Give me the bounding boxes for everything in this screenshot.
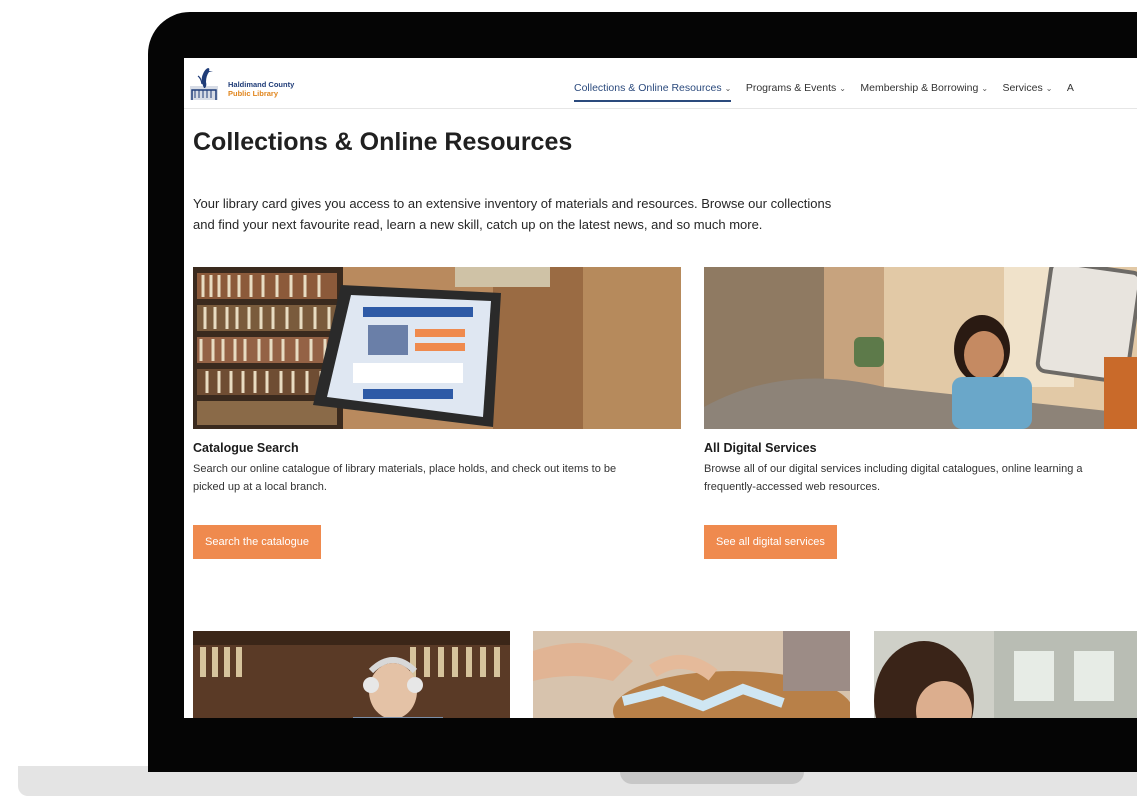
puzzle-photo	[533, 631, 850, 718]
nav-programs[interactable]: Programs & Events ⌄	[746, 82, 846, 94]
nav-overflow-item[interactable]: A	[1067, 82, 1074, 94]
intro-line-2: and find your next favourite read, learn…	[193, 216, 763, 232]
card-description: Browse all of our digital services inclu…	[704, 461, 1137, 496]
card-digital-services: All Digital Services Browse all of our d…	[704, 267, 1137, 559]
card-desc-line-2: frequently-accessed web resources.	[704, 480, 881, 493]
nav-programs-label: Programs & Events	[745, 82, 837, 94]
see-digital-services-button[interactable]: See all digital services	[704, 525, 837, 559]
page-title: Collections & Online Resources	[193, 128, 573, 156]
site-header: Haldimand County Public Library Collecti…	[184, 58, 1137, 109]
nav-services-label: Services	[1002, 82, 1043, 94]
card-title: All Digital Services	[704, 441, 817, 455]
laptop-screen: Haldimand County Public Library Collecti…	[184, 58, 1137, 718]
card-title: Catalogue Search	[193, 441, 299, 455]
library-logo[interactable]: Haldimand County Public Library	[188, 64, 308, 104]
chevron-down-icon: ⌄	[1045, 84, 1053, 93]
nav-collections-label: Collections & Online Resources	[574, 82, 722, 94]
card-desc-line-2: picked up at a local branch.	[193, 480, 327, 493]
card-desc-line-1: Search our online catalogue of library m…	[193, 463, 617, 475]
card-catalogue-search: Catalogue Search Search our online catal…	[193, 267, 681, 559]
nav-collections[interactable]: Collections & Online Resources ⌄	[574, 82, 732, 102]
nav-membership-label: Membership & Borrowing	[860, 82, 979, 94]
chevron-down-icon: ⌄	[981, 84, 989, 93]
library-kiosk-photo	[193, 267, 681, 429]
intro-line-1: Your library card gives you access to an…	[193, 196, 832, 211]
nav-membership[interactable]: Membership & Borrowing ⌄	[860, 82, 988, 94]
heron-logo-icon	[190, 68, 218, 100]
chevron-down-icon: ⌄	[724, 84, 732, 93]
logo-text-library: Public Library	[228, 89, 279, 98]
woman-reading-photo	[874, 631, 1137, 718]
woman-with-tablet-photo	[704, 267, 1137, 429]
card-description: Search our online catalogue of library m…	[193, 461, 681, 496]
intro-text: Your library card gives you access to an…	[193, 194, 953, 235]
card-desc-line-1: Browse all of our digital services inclu…	[704, 463, 1083, 475]
nav-services[interactable]: Services ⌄	[1002, 82, 1052, 94]
chevron-down-icon: ⌄	[839, 84, 846, 93]
man-with-headphones-photo	[193, 631, 510, 718]
logo-text-county: Haldimand County	[228, 80, 295, 89]
main-nav: Collections & Online Resources ⌄ Programs…	[574, 78, 1074, 102]
search-catalogue-button[interactable]: Search the catalogue	[193, 525, 321, 559]
